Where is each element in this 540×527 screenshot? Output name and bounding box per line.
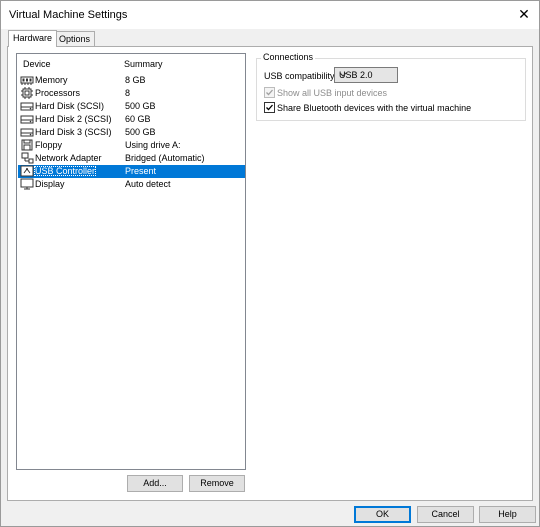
ok-button[interactable]: OK bbox=[354, 506, 411, 523]
show-all-usb-checkbox[interactable] bbox=[264, 87, 275, 98]
tab-hardware[interactable]: Hardware bbox=[8, 30, 58, 47]
network-adapter-icon bbox=[20, 152, 34, 164]
device-row-hard-disk-2[interactable]: Hard Disk 2 (SCSI) 60 GB bbox=[18, 113, 245, 126]
tab-options[interactable]: Options bbox=[54, 31, 96, 46]
device-name: Processors bbox=[35, 88, 81, 98]
remove-device-label: Remove bbox=[200, 478, 234, 488]
device-list-header: Device Summary bbox=[17, 54, 245, 73]
device-list[interactable]: Device Summary Memory 8 GB Processors 8 … bbox=[16, 53, 246, 470]
device-row-hard-disk-3[interactable]: Hard Disk 3 (SCSI) 500 GB bbox=[18, 126, 245, 139]
device-summary: Auto detect bbox=[125, 179, 171, 189]
device-name: Hard Disk 2 (SCSI) bbox=[35, 114, 112, 124]
hard-disk-icon bbox=[20, 113, 34, 125]
device-row-usb-controller[interactable]: USB Controller Present bbox=[18, 165, 245, 178]
device-summary: 60 GB bbox=[125, 114, 151, 124]
show-all-usb-label: Show all USB input devices bbox=[277, 88, 388, 98]
device-summary: 8 GB bbox=[125, 75, 146, 85]
floppy-icon bbox=[20, 139, 34, 151]
window-title: Virtual Machine Settings bbox=[9, 9, 128, 21]
share-bluetooth-label: Share Bluetooth devices with the virtual… bbox=[277, 103, 472, 113]
device-summary: Bridged (Automatic) bbox=[125, 153, 205, 163]
device-name: USB Controller bbox=[34, 166, 97, 176]
tab-options-label: Options bbox=[59, 34, 91, 44]
device-name: Floppy bbox=[35, 140, 63, 150]
connections-group-title: Connections bbox=[261, 52, 316, 62]
add-device-label: Add... bbox=[143, 478, 167, 488]
device-summary: Using drive A: bbox=[125, 140, 181, 150]
device-name: Hard Disk (SCSI) bbox=[35, 101, 105, 111]
device-name: Display bbox=[35, 179, 65, 189]
device-row-floppy[interactable]: Floppy Using drive A: bbox=[18, 139, 245, 152]
device-name: Memory bbox=[35, 75, 68, 85]
processor-icon bbox=[20, 87, 34, 99]
device-row-processors[interactable]: Processors 8 bbox=[18, 87, 245, 100]
usb-compatibility-label: USB compatibility: bbox=[264, 71, 338, 81]
hard-disk-icon bbox=[20, 126, 34, 138]
ok-label: OK bbox=[375, 509, 389, 519]
close-icon[interactable]: ✕ bbox=[515, 5, 533, 23]
tab-hardware-label: Hardware bbox=[13, 33, 53, 43]
title-bar: Virtual Machine Settings ✕ bbox=[1, 1, 539, 29]
device-name: Hard Disk 3 (SCSI) bbox=[35, 127, 112, 137]
column-header-device[interactable]: Device bbox=[23, 59, 51, 69]
usb-compatibility-select[interactable]: USB 2.0 bbox=[334, 67, 398, 83]
hard-disk-icon bbox=[20, 100, 34, 112]
help-label: Help bbox=[498, 509, 517, 519]
device-summary: Present bbox=[125, 166, 157, 176]
device-row-hard-disk[interactable]: Hard Disk (SCSI) 500 GB bbox=[18, 100, 245, 113]
device-summary: 8 bbox=[125, 88, 131, 98]
device-row-display[interactable]: Display Auto detect bbox=[18, 178, 245, 191]
device-summary: 500 GB bbox=[125, 127, 156, 137]
device-name: Network Adapter bbox=[35, 153, 102, 163]
device-summary: 500 GB bbox=[125, 101, 156, 111]
remove-device-button[interactable]: Remove bbox=[189, 475, 245, 492]
chevron-down-icon bbox=[339, 70, 347, 80]
device-row-network-adapter[interactable]: Network Adapter Bridged (Automatic) bbox=[18, 152, 245, 165]
usb-controller-icon bbox=[20, 165, 34, 177]
display-icon bbox=[20, 178, 34, 190]
cancel-label: Cancel bbox=[431, 509, 460, 519]
column-header-summary[interactable]: Summary bbox=[124, 59, 163, 69]
share-bluetooth-checkbox[interactable] bbox=[264, 102, 275, 113]
add-device-button[interactable]: Add... bbox=[127, 475, 183, 492]
help-button[interactable]: Help bbox=[479, 506, 536, 523]
device-row-memory[interactable]: Memory 8 GB bbox=[18, 74, 245, 87]
vm-settings-window: Virtual Machine Settings ✕ Hardware Opti… bbox=[0, 0, 540, 527]
memory-icon bbox=[20, 74, 34, 86]
cancel-button[interactable]: Cancel bbox=[417, 506, 474, 523]
